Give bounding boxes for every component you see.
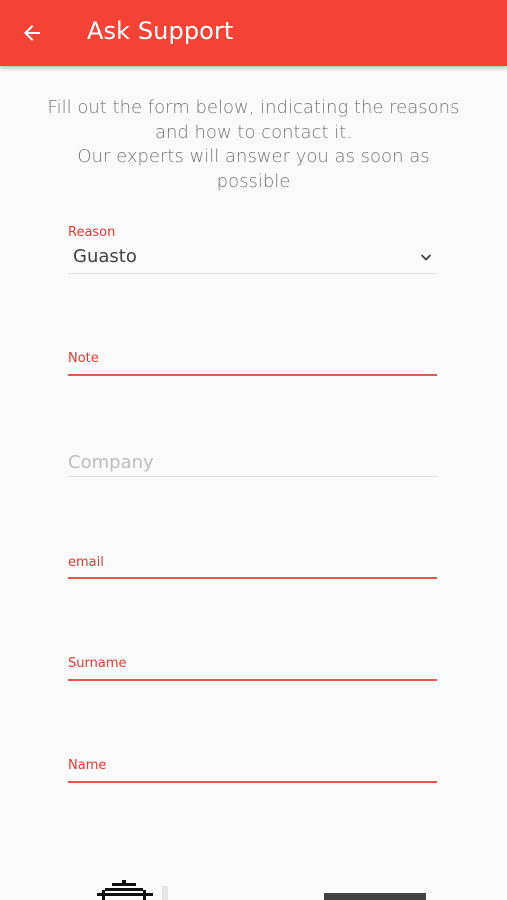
note-underline [68,374,437,376]
company-underline [68,476,437,477]
name-label: Name [68,758,107,773]
engine-icon [97,880,168,900]
name-underline [68,781,437,783]
intro-line: possible [216,170,291,192]
bottom-dark-element [324,893,426,900]
chevron-down-icon [420,254,432,261]
surname-label: Surname [68,656,127,671]
page-title: Ask Support [87,17,234,45]
intro-line: Our experts will answer you as soon as [77,146,430,167]
email-field[interactable]: email [68,554,437,582]
intro-line: and how to contact it. [154,121,353,143]
surname-underline [68,679,437,681]
email-underline [68,577,437,579]
note-label: Note [68,351,99,366]
surname-field[interactable]: Surname [68,655,437,683]
app-bar: Ask Support [0,0,507,66]
email-label: email [68,555,104,570]
intro-text: Fill out the form below, indicating the … [30,96,477,194]
reason-underline [68,273,437,274]
intro-line: Fill out the form below, indicating the … [47,97,460,118]
reason-dropdown[interactable]: Reason Guasto [68,224,437,276]
back-button[interactable] [14,15,50,51]
reason-label: Reason [68,225,116,240]
name-field[interactable]: Name [68,757,437,785]
arrow-back-icon [24,25,40,41]
company-placeholder: Company [68,452,154,473]
company-field[interactable]: Company [68,450,437,480]
note-field[interactable]: Note [68,350,437,378]
reason-selected-value: Guasto [73,246,137,267]
